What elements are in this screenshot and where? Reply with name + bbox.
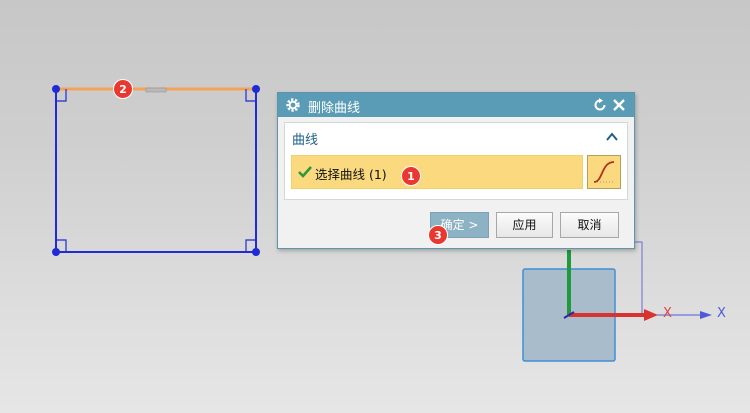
coordinate-system[interactable] [522,241,712,362]
curve-group: 曲线 选择曲线 (1) [284,122,628,200]
datum-outline-line [632,241,643,314]
vertex-point[interactable] [252,248,260,256]
x-axis-label-blue: X [717,306,726,321]
x-axis-label-red: X [663,306,672,321]
reset-icon[interactable] [592,97,608,113]
curve-icon [593,161,615,183]
check-icon [298,166,312,178]
chevron-up-icon[interactable] [606,132,618,142]
cancel-button[interactable]: 取消 [560,212,619,238]
vertex-point[interactable] [52,248,60,256]
step-badge-2: 2 [113,79,133,99]
select-curve-label: 选择曲线 (1) [315,167,387,182]
group-header-curve: 曲线 [292,133,319,148]
vertex-point[interactable] [252,85,260,93]
gear-icon [286,98,300,112]
step-badge-1: 1 [401,166,421,186]
apply-button[interactable]: 应用 [496,212,553,238]
curve-selection-button[interactable] [587,155,621,189]
vertex-point[interactable] [52,85,60,93]
dialog-titlebar[interactable]: 删除曲线 [278,93,634,117]
step-badge-3: 3 [428,225,448,245]
x-axis-blue-arrow [700,311,712,319]
sketch-rectangle[interactable] [52,85,260,256]
close-icon[interactable] [611,97,627,113]
dialog-title: 删除曲线 [308,101,361,116]
delete-curve-dialog: 删除曲线 曲线 选择曲线 (1) 确定 > 应用 取消 [277,92,635,249]
x-axis-red-arrow [644,309,658,321]
horizontal-constraint-marker [145,87,167,93]
select-curve-row[interactable]: 选择曲线 (1) [291,155,583,189]
